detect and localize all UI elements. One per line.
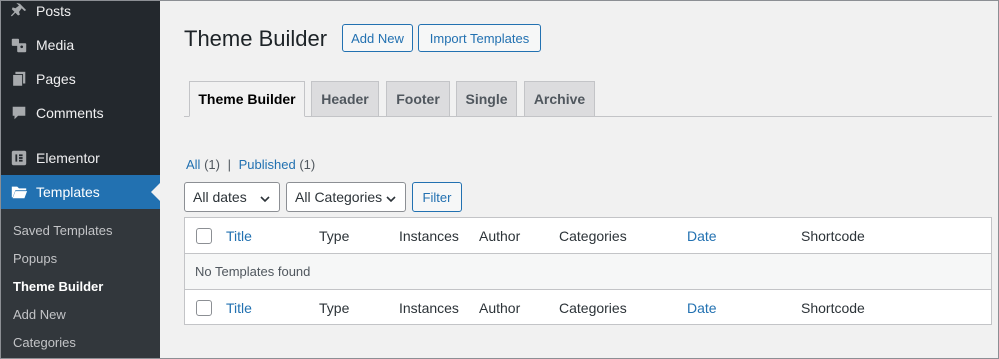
category-filter-value: All Categories xyxy=(295,189,383,205)
sidebar-item-posts[interactable]: Posts xyxy=(0,0,160,28)
sidebar-item-label: Elementor xyxy=(36,150,100,166)
page-title: Theme Builder xyxy=(184,26,328,51)
column-categories: Categories xyxy=(559,300,627,316)
view-all-count: (1) xyxy=(204,157,220,172)
column-title[interactable]: Title xyxy=(226,300,252,316)
templates-table: Title Type Instances Author Categories D… xyxy=(184,217,992,325)
elementor-icon xyxy=(0,149,36,167)
column-categories: Categories xyxy=(559,228,627,244)
column-type: Type xyxy=(319,228,350,244)
sidebar-item-label: Pages xyxy=(36,71,76,87)
chevron-down-icon xyxy=(259,192,271,204)
table-empty-row: No Templates found xyxy=(185,254,991,289)
sidebar-item-label: Posts xyxy=(36,3,72,19)
view-published-count: (1) xyxy=(299,157,316,172)
empty-message: No Templates found xyxy=(195,264,311,279)
sidebar-item-templates[interactable]: Templates xyxy=(0,175,160,209)
column-instances: Instances xyxy=(399,228,459,244)
date-filter-select[interactable]: All dates xyxy=(184,182,280,212)
sidebar-item-media[interactable]: Media xyxy=(0,28,160,62)
submenu-theme-builder[interactable]: Theme Builder xyxy=(13,279,103,294)
column-author: Author xyxy=(479,300,521,316)
view-published-link[interactable]: Published xyxy=(239,157,296,172)
tab-theme-builder[interactable]: Theme Builder xyxy=(189,81,305,117)
comment-icon xyxy=(0,104,36,122)
column-author: Author xyxy=(479,228,521,244)
submenu-saved-templates[interactable]: Saved Templates xyxy=(13,223,113,238)
tab-header[interactable]: Header xyxy=(311,81,379,117)
column-type: Type xyxy=(319,300,350,316)
tab-single[interactable]: Single xyxy=(456,81,517,117)
pin-icon xyxy=(0,2,36,20)
chevron-down-icon xyxy=(385,192,397,204)
tab-footer[interactable]: Footer xyxy=(386,81,450,117)
submenu-add-new[interactable]: Add New xyxy=(13,307,66,322)
column-instances: Instances xyxy=(399,300,459,316)
sidebar-item-comments[interactable]: Comments xyxy=(0,96,160,130)
column-date[interactable]: Date xyxy=(687,300,717,316)
sidebar-item-label: Media xyxy=(36,37,75,53)
submenu-categories[interactable]: Categories xyxy=(13,335,76,350)
column-title[interactable]: Title xyxy=(226,228,252,244)
column-shortcode: Shortcode xyxy=(801,228,865,244)
add-new-button[interactable]: Add New xyxy=(342,24,413,52)
date-filter-value: All dates xyxy=(193,189,247,205)
select-all-checkbox[interactable] xyxy=(196,228,212,244)
media-icon xyxy=(0,36,36,54)
sidebar-item-pages[interactable]: Pages xyxy=(0,62,160,96)
pages-icon xyxy=(0,70,36,88)
category-filter-select[interactable]: All Categories xyxy=(286,182,406,212)
import-templates-button[interactable]: Import Templates xyxy=(418,24,541,52)
view-all-link[interactable]: All xyxy=(186,157,200,172)
table-header-row: Title Type Instances Author Categories D… xyxy=(185,218,991,254)
sidebar-item-label: Templates xyxy=(36,184,100,200)
status-views: All (1) | Published (1) xyxy=(186,157,315,172)
tab-archive[interactable]: Archive xyxy=(524,81,595,117)
table-footer-row: Title Type Instances Author Categories D… xyxy=(185,289,991,325)
sidebar-item-elementor[interactable]: Elementor xyxy=(0,141,160,175)
admin-sidebar: Posts Media Pages Comments Elementor Tem… xyxy=(0,0,160,359)
select-all-checkbox-footer[interactable] xyxy=(196,300,212,316)
filter-button[interactable]: Filter xyxy=(412,182,462,212)
column-shortcode: Shortcode xyxy=(801,300,865,316)
templates-submenu: Saved Templates Popups Theme Builder Add… xyxy=(0,209,160,359)
view-separator: | xyxy=(227,157,231,172)
sidebar-item-label: Comments xyxy=(36,105,104,121)
submenu-popups[interactable]: Popups xyxy=(13,251,57,266)
column-date[interactable]: Date xyxy=(687,228,717,244)
folder-icon xyxy=(0,183,36,201)
